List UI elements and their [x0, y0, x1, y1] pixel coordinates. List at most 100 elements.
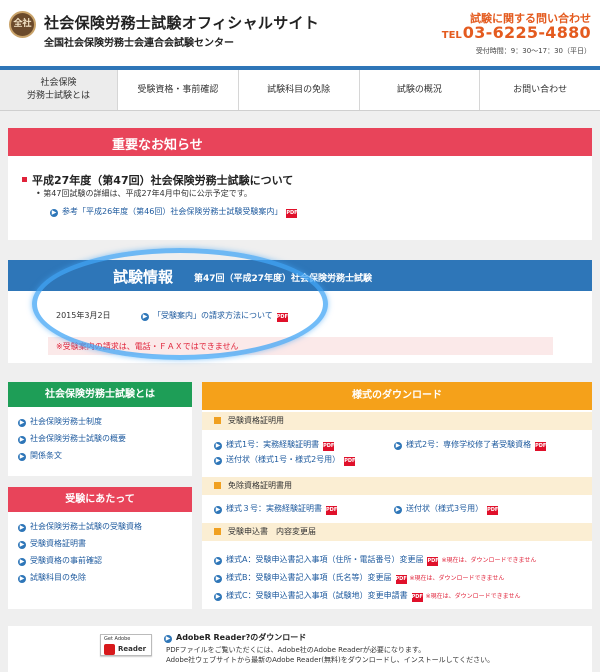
- download-form-a[interactable]: ▶ 様式A：受験申込書記入事項（住所・電話番号）変更届 PDF ※現在は、ダウンロード…: [214, 554, 536, 566]
- main-nav: 社会保険 労務士試験とは 受験資格・事前確認 試験科目の免除 試験の概況 お問い…: [0, 66, 600, 111]
- arrow-right-icon: ▶: [141, 313, 149, 321]
- apply-heading: 受験にあたって: [8, 487, 192, 512]
- adobe-line-2: Adobe社ウェブサイトから最新のAdobe Reader(無料)をダウンロード…: [166, 656, 495, 664]
- arrow-right-icon: ▶: [50, 209, 58, 217]
- exam-heading: 試験情報: [113, 268, 174, 286]
- arrow-right-icon: ▶: [18, 558, 26, 566]
- arrow-right-icon: ▶: [18, 524, 26, 532]
- contact-hours: 受付時間：9：30〜17：30（平日）: [475, 47, 591, 55]
- download-cover-3[interactable]: ▶ 送付状（様式3号用） PDF: [394, 503, 498, 515]
- nav-item-qualification[interactable]: 受験資格・事前確認: [118, 70, 239, 110]
- about-list: ▶ 社会保険労務士制度 ▶ 社会保険労務士試験の概要 ▶ 関係条文: [8, 407, 192, 464]
- exam-news-link[interactable]: ▶ 「受験案内」の請求方法について PDF: [141, 310, 288, 322]
- arrow-right-icon: ▶: [164, 635, 172, 643]
- pdf-icon: PDF: [487, 506, 499, 515]
- download-form-c[interactable]: ▶ 様式C：受験申込書記入事項（試験地）変更申請書 PDF ※現在は、ダウンロードでき…: [214, 590, 520, 602]
- arrow-right-icon: ▶: [214, 575, 222, 583]
- notice-link-text: 参考「平成26年度（第46回）社会保険労務士試験受験案内」: [62, 207, 283, 216]
- section-title: 受験申込書 内容変更届: [228, 527, 316, 536]
- download-unavailable-note: ※現在は、ダウンロードできません: [441, 557, 537, 564]
- logo-icon[interactable]: 全社: [9, 11, 36, 38]
- exam-info-panel: 試験情報 第47回（平成27年度）社会保険労務士試験 2015年3月2日 ▶ 「受…: [8, 260, 592, 363]
- download-section-change: 受験申込書 内容変更届: [202, 523, 592, 541]
- about-heading: 社会保険労務士試験とは: [8, 382, 192, 407]
- get-adobe-reader-badge[interactable]: Get Adobe Reader: [100, 634, 152, 656]
- download-form-2[interactable]: ▶ 様式2号：専修学校修了者受験資格 PDF: [394, 439, 546, 451]
- adobe-reader-icon: [104, 644, 115, 655]
- badge-reader-text: Reader: [118, 645, 147, 653]
- notice-link[interactable]: ▶ 参考「平成26年度（第46回）社会保険労務士試験受験案内」 PDF: [50, 206, 298, 218]
- adobe-line-1: PDFファイルをご覧いただくには、Adobe社のAdobe Readerが必要に…: [166, 646, 426, 654]
- download-heading: 様式のダウンロード: [202, 382, 592, 410]
- arrow-right-icon: ▶: [18, 419, 26, 427]
- download-form-b[interactable]: ▶ 様式B：受験申込書記入事項（氏名等）変更届 PDF ※現在は、ダウンロードできませ…: [214, 572, 504, 584]
- site-title[interactable]: 社会保険労務士試験オフィシャルサイト: [44, 12, 319, 33]
- notice-title-text: 平成27年度（第47回）社会保険労務士試験について: [32, 174, 294, 187]
- exam-subheading: 第47回（平成27年度）社会保険労務士試験: [194, 274, 373, 284]
- arrow-right-icon: ▶: [394, 442, 402, 450]
- exam-warning-note: ※受験案内の請求は、電話・ＦＡＸではできません: [48, 337, 553, 355]
- apply-link-precheck[interactable]: ▶ 受験資格の事前確認: [18, 552, 192, 569]
- exam-heading-bar: 試験情報 第47回（平成27年度）社会保険労務士試験: [8, 260, 592, 291]
- pdf-icon: PDF: [344, 457, 356, 466]
- apply-link-label: 受験資格証明書: [30, 539, 86, 548]
- apply-link-label: 試験科目の免除: [30, 573, 86, 582]
- adobe-title-text: AdobeR Reader?のダウンロード: [176, 633, 307, 642]
- arrow-right-icon: ▶: [18, 541, 26, 549]
- pdf-icon: PDF: [286, 209, 298, 218]
- square-bullet-icon: [214, 528, 221, 535]
- applying-panel: 受験にあたって ▶ 社会保険労務士試験の受験資格 ▶ 受験資格証明書 ▶ 受験資格の事…: [8, 487, 192, 609]
- pdf-icon: PDF: [323, 442, 335, 451]
- download-label: 送付状（様式3号用）: [406, 504, 484, 513]
- arrow-right-icon: ▶: [214, 593, 222, 601]
- download-label: 様式A：受験申込書記入事項（住所・電話番号）変更届: [226, 555, 424, 564]
- nav-item-exemption[interactable]: 試験科目の免除: [239, 70, 360, 110]
- pdf-icon: PDF: [276, 313, 288, 322]
- badge-get-text: Get Adobe: [104, 636, 131, 642]
- adobe-title[interactable]: ▶ AdobeR Reader?のダウンロード: [164, 632, 306, 643]
- download-form-1[interactable]: ▶ 様式1号：実務経験証明書 PDF: [214, 439, 334, 451]
- adobe-description: PDFファイルをご覧いただくには、Adobe社のAdobe Readerが必要に…: [166, 645, 494, 665]
- site-header: 全社 社会保険労務士試験オフィシャルサイト 全国社会保険労務士会連合会試験センタ…: [0, 0, 600, 66]
- download-cover-1-2[interactable]: ▶ 送付状（様式1号・様式2号用） PDF: [214, 454, 355, 466]
- apply-list: ▶ 社会保険労務士試験の受験資格 ▶ 受験資格証明書 ▶ 受験資格の事前確認 ▶ 試験科…: [8, 512, 192, 586]
- download-form-3[interactable]: ▶ 様式３号：実務経験証明書 PDF: [214, 503, 337, 515]
- about-link-laws[interactable]: ▶ 関係条文: [18, 447, 192, 464]
- about-link-overview[interactable]: ▶ 社会保険労務士試験の概要: [18, 430, 192, 447]
- apply-link-label: 受験資格の事前確認: [30, 556, 102, 565]
- download-label: 様式2号：専修学校修了者受験資格: [406, 440, 532, 449]
- nav-item-overview[interactable]: 試験の概況: [360, 70, 481, 110]
- arrow-right-icon: ▶: [214, 457, 222, 465]
- nav-item-about[interactable]: 社会保険 労務士試験とは: [0, 70, 118, 110]
- download-label: 様式C：受験申込書記入事項（試験地）変更申請書: [226, 591, 408, 600]
- download-unavailable-note: ※現在は、ダウンロードできません: [409, 575, 505, 582]
- apply-link-exemption[interactable]: ▶ 試験科目の免除: [18, 569, 192, 586]
- apply-link-certificate[interactable]: ▶ 受験資格証明書: [18, 535, 192, 552]
- arrow-right-icon: ▶: [214, 506, 222, 514]
- download-label: 様式1号：実務経験証明書: [226, 440, 320, 449]
- download-section-exemption: 免除資格証明書用: [202, 477, 592, 495]
- site-subtitle: 全国社会保険労務士会連合会試験センター: [44, 38, 234, 49]
- notice-bullet-text: 第47回試験の詳細は、平成27年4月中旬に公示予定です。: [43, 189, 252, 198]
- adobe-reader-section: Get Adobe Reader ▶ AdobeR Reader?のダウンロード …: [8, 626, 592, 672]
- about-link-label: 社会保険労務士試験の概要: [30, 434, 126, 443]
- pdf-icon: PDF: [326, 506, 338, 515]
- arrow-right-icon: ▶: [214, 557, 222, 565]
- arrow-right-icon: ▶: [18, 575, 26, 583]
- arrow-right-icon: ▶: [214, 442, 222, 450]
- nav-item-contact[interactable]: お問い合わせ: [480, 70, 600, 110]
- notice-title: 平成27年度（第47回）社会保険労務士試験について: [22, 172, 293, 188]
- arrow-right-icon: ▶: [18, 453, 26, 461]
- apply-link-qualification[interactable]: ▶ 社会保険労務士試験の受験資格: [18, 518, 192, 535]
- download-section-qualification: 受験資格証明用: [202, 412, 592, 430]
- notice-bullet: • 第47回試験の詳細は、平成27年4月中旬に公示予定です。: [36, 189, 252, 198]
- notice-heading: 重要なお知らせ: [8, 128, 592, 156]
- about-exam-panel: 社会保険労務士試験とは ▶ 社会保険労務士制度 ▶ 社会保険労務士試験の概要 ▶ 関係…: [8, 382, 192, 476]
- pdf-icon: PDF: [427, 557, 439, 566]
- download-label: 送付状（様式1号・様式2号用）: [226, 455, 341, 464]
- about-link-system[interactable]: ▶ 社会保険労務士制度: [18, 413, 192, 430]
- pdf-icon: PDF: [411, 593, 423, 602]
- section-title: 免除資格証明書用: [228, 481, 292, 490]
- download-unavailable-note: ※現在は、ダウンロードできません: [425, 593, 521, 600]
- pdf-icon: PDF: [395, 575, 407, 584]
